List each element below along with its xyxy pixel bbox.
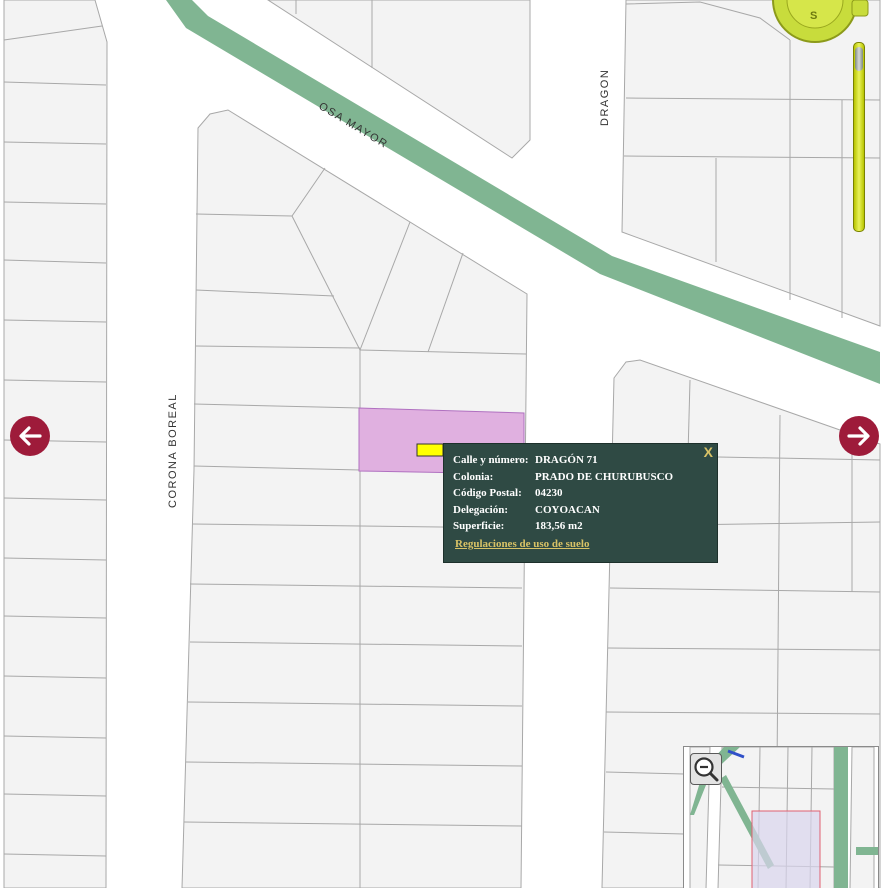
arrow-right-icon: [839, 416, 879, 456]
compass-side-button[interactable]: [851, 0, 869, 17]
info-row: Superficie: 183,56 m2: [453, 520, 673, 537]
info-row: Código Postal: 04230: [453, 487, 673, 504]
info-row: Colonia: PRADO DE CHURUBUSCO: [453, 471, 673, 488]
info-value: COYOACAN: [535, 503, 600, 516]
compass-south-label: S: [810, 10, 817, 22]
info-row: Calle y número: DRAGÓN 71: [453, 454, 673, 471]
info-value: DRAGÓN 71: [535, 454, 598, 466]
overview-map[interactable]: [683, 746, 879, 888]
info-label: Superficie:: [453, 520, 505, 532]
pan-right-button[interactable]: [839, 416, 879, 456]
zoom-slider[interactable]: [853, 42, 865, 232]
overview-zoom-out-button[interactable]: [690, 753, 722, 785]
pan-left-button[interactable]: [10, 416, 50, 456]
info-label: Colonia:: [453, 470, 494, 483]
parcel-info-table: Calle y número: DRAGÓN 71 Colonia: PRADO…: [453, 454, 673, 537]
info-row: Delegación: COYOACAN: [453, 504, 673, 521]
info-label: Calle y número:: [453, 454, 529, 466]
zoom-out-icon: [694, 757, 719, 782]
lot-marker: [416, 443, 444, 457]
info-value: PRADO DE CHURUBUSCO: [535, 470, 674, 483]
street-label-dragon: DRAGON: [599, 69, 611, 126]
popup-close-button[interactable]: X: [702, 444, 715, 460]
zoom-slider-handle[interactable]: [855, 47, 863, 71]
info-label: Código Postal:: [453, 487, 522, 499]
info-label: Delegación:: [453, 503, 508, 516]
parcel-info-popup: X Calle y número: DRAGÓN 71 Colonia: PRA…: [443, 443, 718, 563]
overview-extent-box[interactable]: [751, 810, 821, 888]
arrow-left-icon: [10, 416, 50, 456]
info-value: 04230: [535, 487, 563, 499]
info-value: 183,56 m2: [535, 520, 583, 532]
land-use-regulations-link[interactable]: Regulaciones de uso de suelo: [455, 538, 589, 550]
street-label-corona-boreal: CORONA BOREAL: [167, 393, 179, 508]
